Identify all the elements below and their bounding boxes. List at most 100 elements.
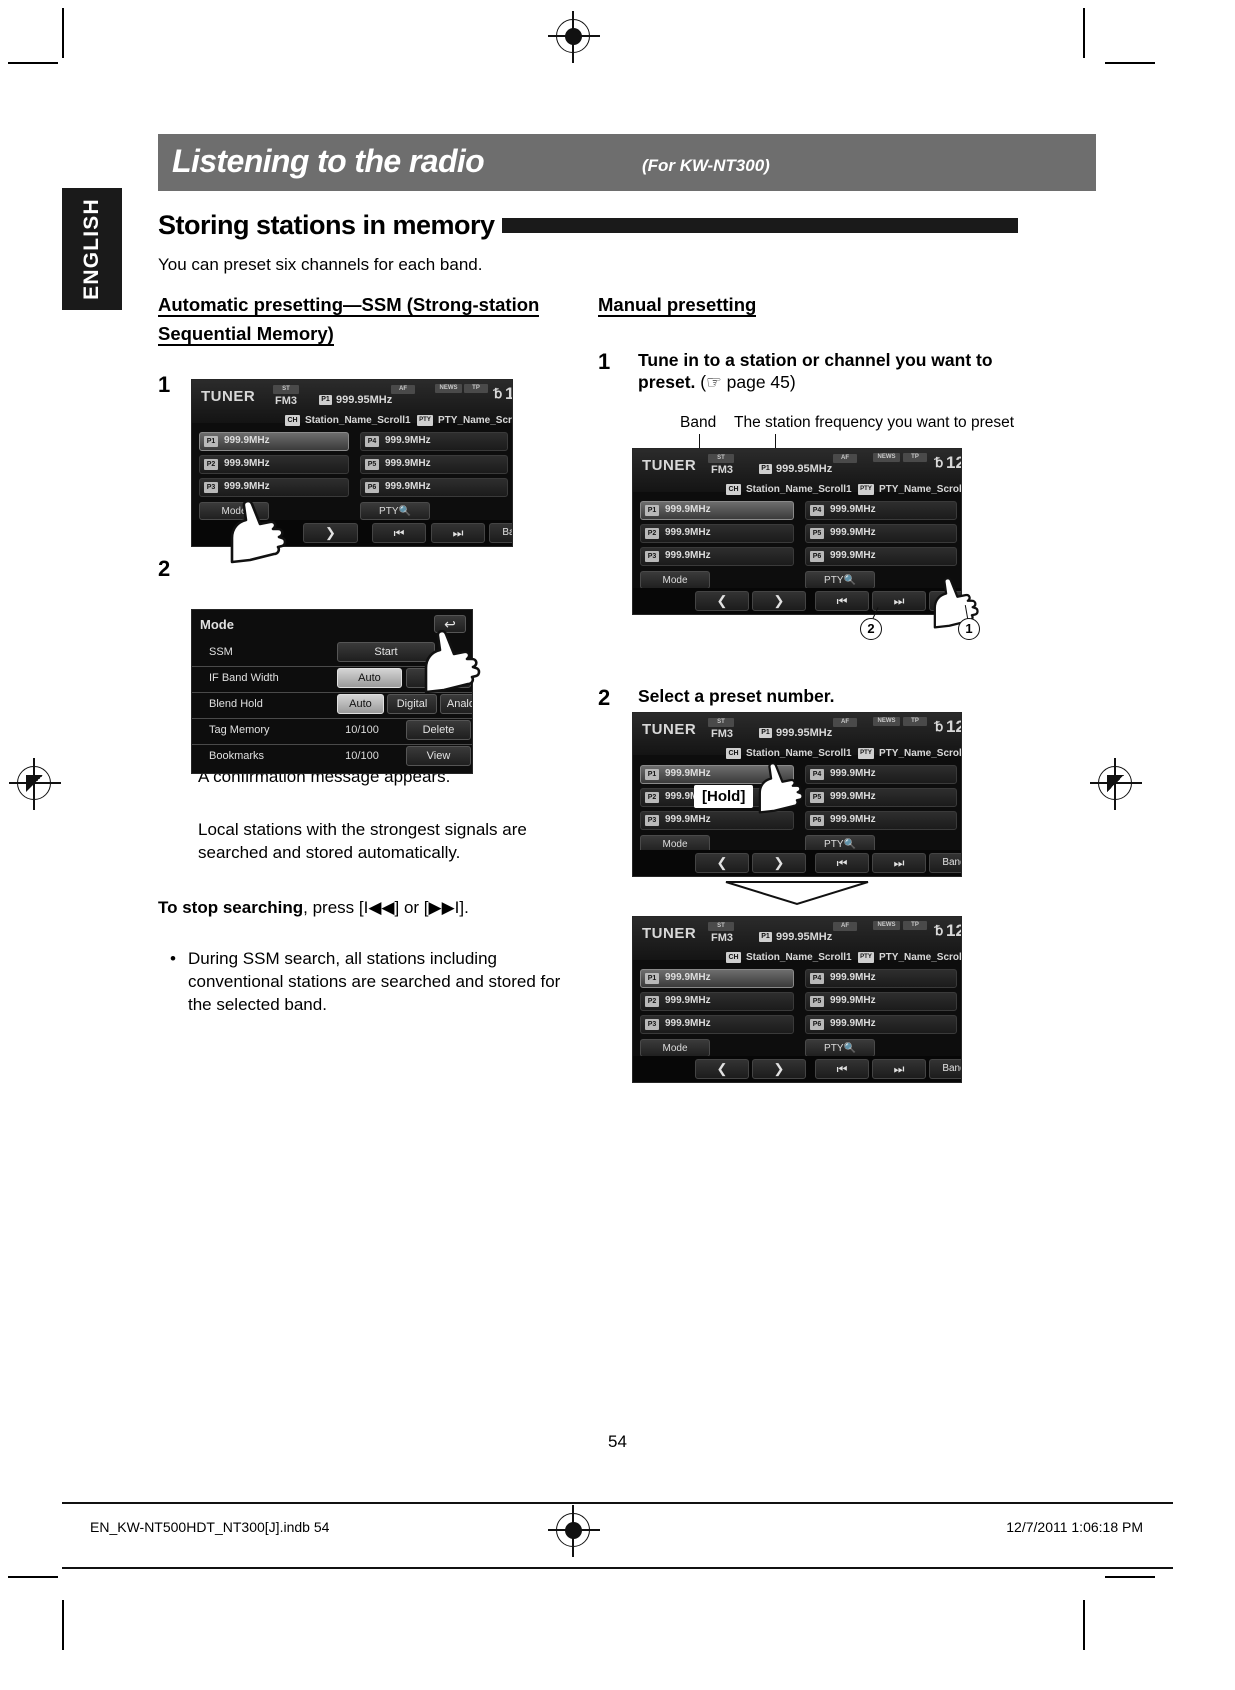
preset-button-5-s2[interactable] <box>805 524 957 543</box>
nav-next-page-button-s2[interactable]: ❯ <box>752 591 806 611</box>
preset-3-tag-s4: P3 <box>645 1019 659 1030</box>
preset-button-6-s2[interactable] <box>805 547 957 566</box>
station-name-text: Station_Name_Scroll1 <box>305 415 411 426</box>
nav-prev-page-button-s4[interactable]: ❮ <box>695 1059 749 1079</box>
right-step-2-text: Select a preset number. <box>638 686 835 706</box>
preset-4-frequency-s2: 999.9MHz <box>830 504 876 515</box>
right-subheading-wrap: Manual presetting <box>598 292 1018 321</box>
indicator-news-2: NEWS <box>873 453 900 462</box>
preset-2-tag: P2 <box>204 459 218 470</box>
crop-mark-tr-h <box>1105 62 1155 64</box>
preset-2-tag-s4: P2 <box>645 996 659 1007</box>
page-title: Listening to the radio <box>172 143 485 179</box>
seek-down-icon: I◀◀ <box>363 898 395 917</box>
preset-2-frequency-s2: 999.9MHz <box>665 527 711 538</box>
nav-seek-down-button-s4[interactable]: ⏮ <box>815 1059 869 1079</box>
tuner-screen-manual-step2-result[interactable]: TUNER ST FM3 P1 999.95MHz AF NEWS TP ␢ 1… <box>632 916 962 1083</box>
preset-6-frequency: 999.9MHz <box>385 481 431 492</box>
mode-blend-analog-button[interactable]: Analog <box>440 694 472 714</box>
preset-3-tag-s2: P3 <box>645 551 659 562</box>
section-title: Storing stations in memory <box>158 210 495 240</box>
left-stop-searching-rest: , press [ <box>303 898 364 917</box>
preset-button-5-s3[interactable] <box>805 788 957 807</box>
nav-next-page-button-s4[interactable]: ❯ <box>752 1059 806 1079</box>
nav-prev-page-button-s2[interactable]: ❮ <box>695 591 749 611</box>
seek-up-icon: ▶▶I <box>428 898 460 917</box>
preset-button-4-s3[interactable] <box>805 765 957 784</box>
preset-button-3[interactable] <box>199 478 349 497</box>
left-note-local: Local stations with the strongest signal… <box>198 820 527 862</box>
nav-seek-up-button-s4[interactable]: ⏭ <box>872 1059 926 1079</box>
bluetooth-icon-3: ␢ <box>935 719 944 734</box>
preset-button-4-s2[interactable] <box>805 501 957 520</box>
nav-seek-up-button-s2[interactable]: ⏭ <box>872 591 926 611</box>
preset-1-frequency-s2: 999.9MHz <box>665 504 711 515</box>
pty-name-text-4: PTY_Name_ScrollTex <box>879 952 962 963</box>
nav-band-button-s3[interactable]: Band <box>929 853 961 873</box>
mode-blend-digital-button[interactable]: Digital <box>387 694 437 714</box>
preset-6-tag-s4: P6 <box>810 1019 824 1030</box>
nav-band-button[interactable]: Band <box>489 523 512 543</box>
tuner-frequency-2: 999.95MHz <box>776 463 833 475</box>
preset-button-6-s3[interactable] <box>805 811 957 830</box>
pty-button-s2[interactable]: PTY🔍 <box>805 571 875 589</box>
preset-button-1[interactable] <box>199 432 349 451</box>
mode-row-blend-hold: Blend Hold Auto Digital Analog <box>192 692 472 719</box>
mode-row-blend-hold-label: Blend Hold <box>209 698 263 710</box>
preset-button-1-s4[interactable] <box>640 969 794 988</box>
station-name-text-2: Station_Name_Scroll1 <box>746 484 852 495</box>
pty-button-s4[interactable]: PTY🔍 <box>805 1039 875 1057</box>
mode-bookmarks-value: 10/100 <box>345 750 379 762</box>
preset-button-1-s2[interactable] <box>640 501 794 520</box>
preset-button-4[interactable] <box>360 432 508 451</box>
left-stop-searching: To stop searching, press [I◀◀] or [▶▶I]. <box>158 896 578 919</box>
pty-name-text-2: PTY_Name_ScrollTex <box>879 484 962 495</box>
preset-button-5-s4[interactable] <box>805 992 957 1011</box>
footer-rule-top <box>62 1502 1173 1504</box>
section-heading: Storing stations in memory <box>158 208 1018 242</box>
nav-seek-up-button[interactable]: ⏭ <box>431 523 485 543</box>
left-bullet-text: During SSM search, all stations includin… <box>188 949 561 1014</box>
preset-button-2[interactable] <box>199 455 349 474</box>
nav-seek-down-button-s3[interactable]: ⏮ <box>815 853 869 873</box>
right-step-2: 2 Select a preset number. <box>598 685 1018 711</box>
preset-button-6-s4[interactable] <box>805 1015 957 1034</box>
page-header-band: Listening to the radio (For KW-NT300) <box>158 134 1096 191</box>
preset-button-4-s4[interactable] <box>805 969 957 988</box>
preset-button-3-s2[interactable] <box>640 547 794 566</box>
indicator-news-4: NEWS <box>873 921 900 930</box>
preset-button-5[interactable] <box>360 455 508 474</box>
nav-next-page-button-s3[interactable]: ❯ <box>752 853 806 873</box>
preset-1-tag-s3: P1 <box>645 769 659 780</box>
preset-button-3-s4[interactable] <box>640 1015 794 1034</box>
preset-1-frequency-s4: 999.9MHz <box>665 972 711 983</box>
language-tab: ENGLISH <box>62 188 122 310</box>
tuner-clock-3: 12:35 <box>946 717 961 736</box>
preset-button-2-s4[interactable] <box>640 992 794 1011</box>
pty-button[interactable]: PTY🔍 <box>360 502 430 520</box>
nav-seek-down-button[interactable]: ⏮ <box>372 523 426 543</box>
preset-button-2-s2[interactable] <box>640 524 794 543</box>
indicator-af-3: AF <box>833 718 857 727</box>
pty-name-text-3: PTY_Name_ScrollTex <box>879 748 962 759</box>
pty-tag-3: PTY <box>858 748 874 759</box>
mode-blend-auto-button[interactable]: Auto <box>337 694 384 714</box>
mode-button-s4[interactable]: Mode <box>640 1039 710 1057</box>
nav-next-page-button[interactable]: ❯ <box>303 523 358 543</box>
hand-pointer-start <box>420 630 492 696</box>
right-step-1-number: 1 <box>598 349 611 374</box>
nav-seek-up-button-s3[interactable]: ⏭ <box>872 853 926 873</box>
mode-row-bookmarks: Bookmarks 10/100 View <box>192 744 472 770</box>
mode-button-s2[interactable]: Mode <box>640 571 710 589</box>
section-rule <box>502 218 1018 233</box>
mode-if-auto-button[interactable]: Auto <box>337 668 402 688</box>
tuner-screen-manual-step1[interactable]: TUNER ST FM3 P1 999.95MHz AF NEWS TP ␢ 1… <box>632 448 962 615</box>
ch-tag: CH <box>285 415 300 426</box>
preset-button-6[interactable] <box>360 478 508 497</box>
nav-seek-down-button-s2[interactable]: ⏮ <box>815 591 869 611</box>
mode-bookmarks-view-button[interactable]: View <box>406 746 471 766</box>
nav-prev-page-button-s3[interactable]: ❮ <box>695 853 749 873</box>
nav-band-button-s4[interactable]: Band <box>929 1059 961 1079</box>
indicator-af: AF <box>391 385 415 394</box>
mode-tag-delete-button[interactable]: Delete <box>406 720 471 740</box>
